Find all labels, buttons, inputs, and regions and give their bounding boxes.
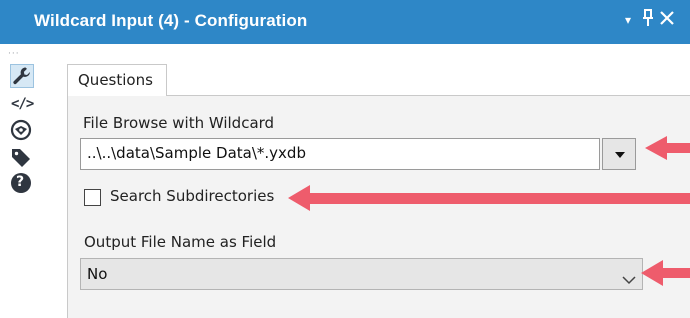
- close-icon[interactable]: [659, 10, 675, 30]
- tab-label: Questions: [78, 71, 153, 89]
- file-browse-label: File Browse with Wildcard: [83, 114, 275, 132]
- title-bar: Wildcard Input (4) - Configuration ▾: [0, 0, 690, 44]
- chevron-down-icon: [615, 152, 625, 158]
- output-file-name-label: Output File Name as Field: [84, 233, 277, 251]
- code-glyph: </>: [11, 96, 34, 112]
- code-icon[interactable]: </>: [10, 94, 34, 118]
- preview-icon[interactable]: [10, 119, 34, 143]
- grip-dots[interactable]: ···: [8, 49, 20, 59]
- annotation-arrow-search-subdirectories: [288, 185, 690, 211]
- output-file-name-select[interactable]: No: [80, 258, 643, 290]
- tag-icon[interactable]: [10, 146, 34, 170]
- tab-questions[interactable]: Questions: [67, 64, 167, 96]
- search-subdirectories-checkbox[interactable]: [84, 189, 101, 206]
- window-title: Wildcard Input (4) - Configuration: [34, 11, 308, 30]
- file-path-input[interactable]: ..\..\data\Sample Data\*.yxdb: [80, 138, 600, 170]
- wrench-icon[interactable]: [10, 64, 34, 88]
- file-browse-dropdown-button[interactable]: [602, 138, 636, 170]
- select-value: No: [87, 265, 108, 283]
- help-icon[interactable]: ?: [10, 172, 34, 196]
- annotation-arrow-file-browse: [645, 136, 690, 160]
- annotation-arrow-output-file-name: [641, 260, 690, 286]
- pin-icon[interactable]: [642, 9, 656, 31]
- window-menu-icon[interactable]: ▾: [625, 13, 631, 27]
- help-glyph: ?: [16, 174, 25, 190]
- search-subdirectories-label: Search Subdirectories: [110, 187, 275, 205]
- chevron-down-icon: [622, 270, 636, 289]
